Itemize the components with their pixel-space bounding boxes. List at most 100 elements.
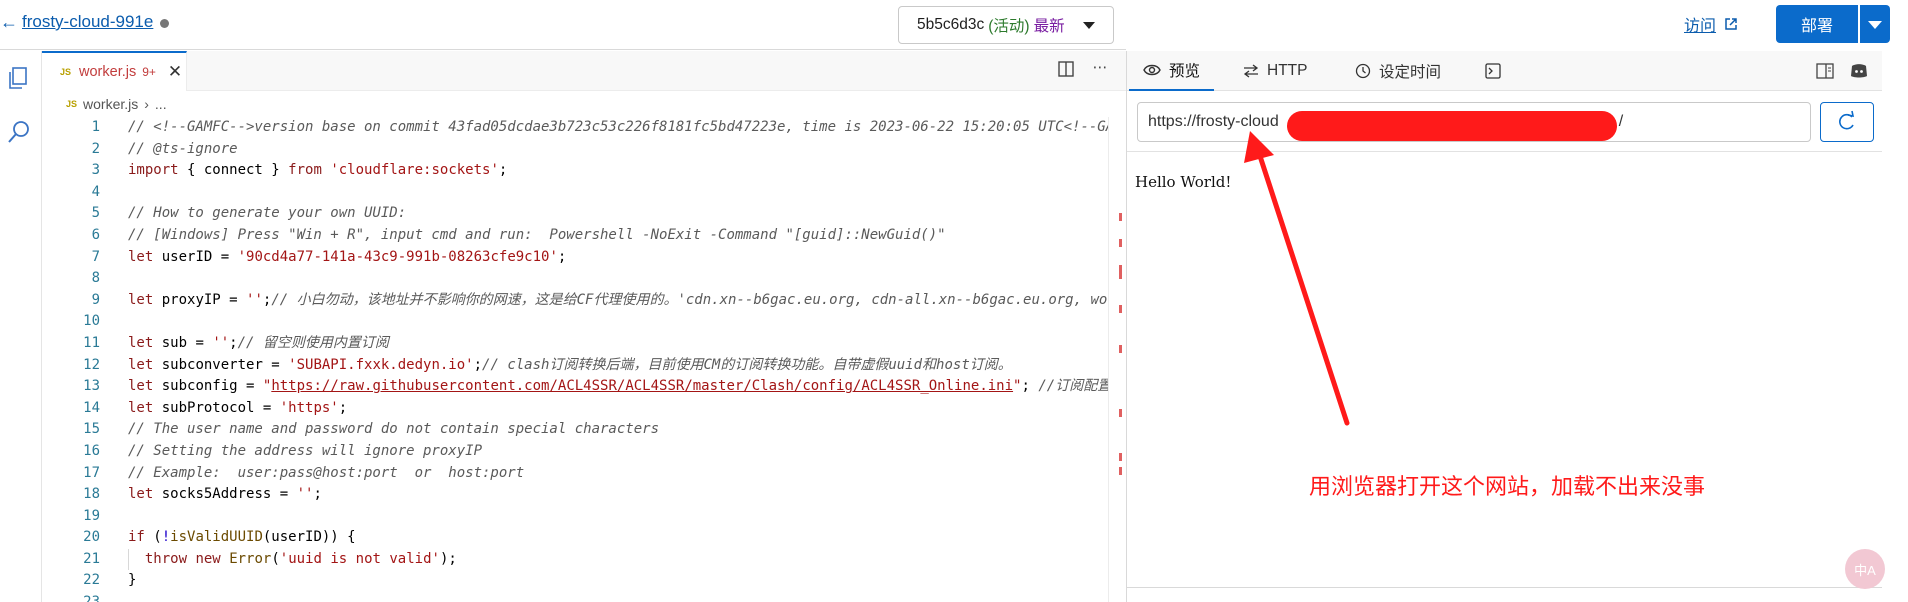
back-arrow-icon: ←	[0, 12, 18, 32]
status-dot	[160, 19, 169, 28]
code-line: 6 // [Windows] Press "Win + R", input cmd…	[42, 225, 1108, 247]
code-token: ;	[557, 248, 567, 265]
tab-schedule[interactable]: 设定时间	[1341, 51, 1455, 91]
preview-response-text: Hello World!	[1135, 173, 1232, 191]
tab-worker-js[interactable]: JS worker.js 9+ ✕	[42, 51, 187, 91]
js-file-icon: JS	[60, 67, 72, 77]
code-token: sub =	[153, 334, 213, 351]
code-line: 5 // How to generate your own UUID:	[42, 203, 1108, 225]
deploy-button[interactable]: 部署	[1776, 5, 1858, 43]
line-number: 14	[83, 399, 100, 416]
code-token: let	[128, 486, 154, 503]
js-file-icon: JS	[66, 99, 78, 109]
tab-terminal[interactable]	[1471, 51, 1515, 91]
line-number: 7	[91, 248, 100, 265]
code-token: from	[288, 162, 322, 179]
code-line: 2 // @ts-ignore	[42, 139, 1108, 161]
back-link[interactable]: ← frosty-cloud-991e	[0, 12, 153, 32]
preview-tabs: 预览 HTTP 设定时间	[1127, 51, 1883, 91]
discord-icon[interactable]	[1849, 61, 1869, 81]
code-token: (	[271, 550, 280, 567]
search-icon[interactable]	[4, 117, 34, 147]
code-editor: JS worker.js 9+ ✕ ⋯ JS worker.js › ... 1…	[42, 51, 1126, 602]
breadcrumb-file[interactable]: worker.js	[83, 96, 138, 112]
translate-button[interactable]: 中A	[1845, 549, 1885, 589]
code-line: 7 let userID = '90cd4a77-141a-43c9-991b-0…	[42, 247, 1108, 269]
code-token: 'uuid is not valid'	[279, 550, 440, 567]
code-token: let	[128, 248, 154, 265]
code-text: // How to generate your own UUID:	[128, 203, 406, 225]
activity-bar	[0, 51, 42, 602]
line-number: 21	[83, 550, 100, 567]
line-number: 18	[83, 486, 100, 503]
code-token: '90cd4a77-141a-43c9-991b-08263cfe9c10'	[237, 248, 558, 265]
line-number: 1	[91, 119, 100, 135]
page-scrollbar[interactable]	[1882, 51, 1908, 602]
code-token: ;	[338, 399, 348, 416]
code-text: // Example: user:pass@host:port or host:…	[128, 463, 524, 485]
code-area[interactable]: 1 // <!--GAMFC-->version base on commit 4…	[42, 117, 1108, 602]
divider	[1127, 587, 1883, 588]
code-token: (userID)) {	[262, 529, 356, 546]
line-number: 23	[42, 592, 100, 602]
code-token: import	[128, 162, 179, 179]
code-text: if (!isValidUUID(userID)) {	[128, 527, 356, 549]
code-token: proxyIP =	[153, 291, 247, 308]
visit-label: 访问	[1684, 18, 1717, 35]
eye-icon	[1143, 64, 1161, 76]
code-token: ''	[246, 291, 263, 308]
visit-link[interactable]: 访问	[1684, 12, 1738, 36]
code-token: Error	[229, 550, 272, 567]
code-token: if	[128, 529, 145, 546]
line-number: 13	[83, 378, 100, 395]
preview-top-bar: 访问 部署	[1126, 0, 1908, 50]
editor-scrollbar[interactable]	[1108, 117, 1126, 602]
breadcrumb: JS worker.js › ...	[66, 94, 167, 114]
error-marker	[1119, 239, 1122, 247]
split-editor-icon[interactable]	[1056, 59, 1076, 79]
code-token: // Setting the address will ignore proxy…	[128, 442, 483, 459]
code-token: let	[128, 378, 154, 395]
line-number: 4	[91, 183, 100, 200]
refresh-button[interactable]	[1820, 102, 1874, 142]
code-text: let sub = '';// 留空则使用内置订阅	[128, 333, 389, 355]
tab-http[interactable]: HTTP	[1229, 51, 1321, 91]
code-line: 18 let socks5Address = '';	[42, 484, 1108, 506]
code-text: let subconverter = 'SUBAPI.fxxk.dedyn.io…	[128, 355, 1012, 377]
code-text: let socks5Address = '';	[128, 484, 322, 506]
code-text: }	[128, 570, 136, 592]
deploy-options-button[interactable]	[1860, 5, 1890, 43]
code-text: // Setting the address will ignore proxy…	[128, 441, 482, 463]
line-number: 5	[91, 205, 100, 222]
code-token: subconfig =	[153, 378, 263, 395]
code-token: userID =	[153, 248, 238, 265]
breadcrumb-rest[interactable]: ...	[155, 96, 167, 112]
files-icon[interactable]	[4, 63, 34, 93]
code-token: ;	[1021, 378, 1039, 395]
line-number: 3	[91, 162, 100, 179]
editor-actions: ⋯	[1056, 59, 1110, 79]
line-number: 6	[91, 226, 100, 243]
code-text: // <!--GAMFC-->version base on commit 43…	[128, 117, 1108, 139]
version-dropdown[interactable]: 5b5c6d3c (活动) 最新	[898, 6, 1114, 44]
code-text: // The user name and password do not con…	[128, 419, 659, 441]
code-token: // clash订阅转换后端，目前使用CM的订阅转换功能。自带虚假uuid和ho…	[482, 356, 1012, 373]
panel-layout-icon[interactable]	[1815, 61, 1835, 81]
code-text: import { connect } from 'cloudflare:sock…	[128, 160, 507, 182]
divider	[1127, 151, 1883, 152]
more-actions-icon[interactable]: ⋯	[1090, 59, 1110, 79]
tab-label: 设定时间	[1379, 64, 1442, 81]
code-token: }	[128, 572, 137, 589]
code-line: 20 if (!isValidUUID(userID)) {	[42, 527, 1108, 549]
close-icon[interactable]: ✕	[168, 62, 182, 82]
code-token: // 留空则使用内置订阅	[237, 334, 389, 351]
code-token: { connect }	[178, 162, 289, 179]
code-line: 22}	[42, 570, 1108, 592]
clock-icon	[1355, 63, 1371, 79]
code-token: // Example: user:pass@host:port or host:…	[128, 464, 525, 481]
code-token: !	[161, 529, 171, 546]
error-marker	[1119, 467, 1122, 475]
tab-preview[interactable]: 预览	[1129, 51, 1215, 91]
code-text: let userID = '90cd4a77-141a-43c9-991b-08…	[128, 247, 566, 269]
line-number: 11	[83, 334, 100, 351]
